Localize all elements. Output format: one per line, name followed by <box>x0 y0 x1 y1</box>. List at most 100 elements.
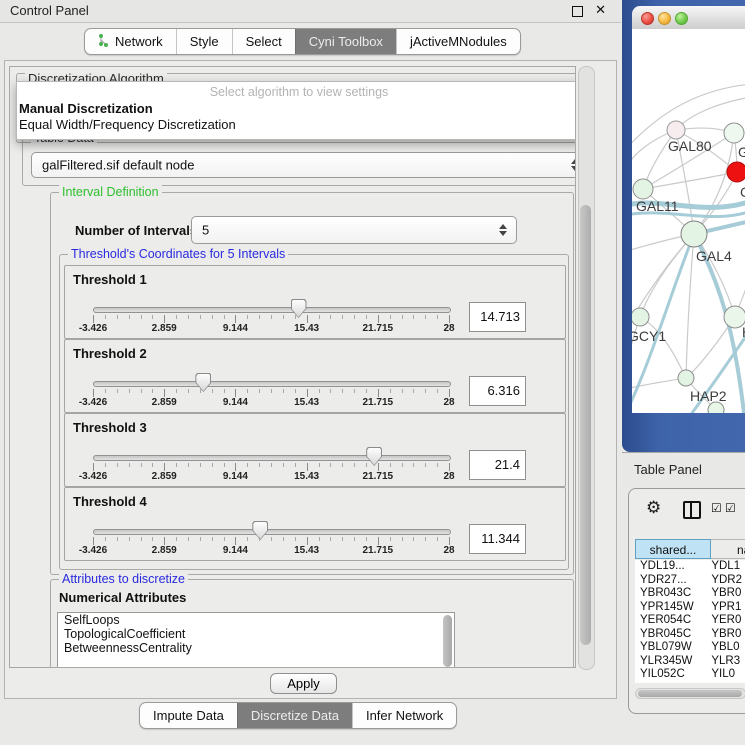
slider-thumb[interactable] <box>195 373 211 392</box>
minimize-traffic-light-icon[interactable] <box>658 12 671 25</box>
threshold-panel-4: Threshold 4-3.4262.8599.14415.4321.71528… <box>64 487 566 561</box>
cell-shared-name: YBR045C <box>635 628 710 642</box>
split-columns-icon[interactable] <box>683 501 701 519</box>
table-row[interactable]: YBR043CYBR0 <box>635 587 745 601</box>
table-row[interactable]: YDL19...YDL1 <box>635 560 745 574</box>
list-scrollbar[interactable] <box>443 615 452 667</box>
tick-mark <box>330 389 331 393</box>
column-header-shared[interactable]: shared... <box>635 539 711 559</box>
scale-label: 21.715 <box>355 323 401 334</box>
horizontal-scrollbar-thumb[interactable] <box>638 690 742 697</box>
threshold-value-field[interactable]: 14.713 <box>469 302 526 332</box>
tab-network[interactable]: Network <box>85 29 176 54</box>
network-node[interactable] <box>632 308 649 326</box>
table-row[interactable]: YDR27...YDR2 <box>635 574 745 588</box>
vertical-scrollbar-thumb[interactable] <box>580 205 591 645</box>
tick-mark <box>235 537 236 545</box>
tab-cyni-toolbox[interactable]: Cyni Toolbox <box>295 29 396 54</box>
spinner-stepper-icon[interactable] <box>499 224 507 236</box>
number-of-intervals-spinner[interactable]: 5 <box>191 216 517 244</box>
network-node[interactable] <box>633 179 653 199</box>
network-canvas[interactable]: GAL80G.CGAL11GAL4GCY1HHAP2 <box>632 29 745 413</box>
network-node[interactable] <box>727 162 745 182</box>
table-row[interactable]: YBL079WYBL0 <box>635 641 745 655</box>
horizontal-scrollbar[interactable] <box>635 688 745 699</box>
network-node[interactable] <box>667 121 685 139</box>
table-data-combobox[interactable]: galFiltered.sif default node <box>31 152 576 178</box>
tick-mark <box>152 463 153 467</box>
bottom-tab-bar: Impute DataDiscretize DataInfer Network <box>139 702 457 729</box>
close-icon[interactable]: ✕ <box>595 2 606 18</box>
attribute-item-topologicalcoefficient[interactable]: TopologicalCoefficient <box>58 627 454 641</box>
tab-jactivemnodules[interactable]: jActiveMNodules <box>396 29 520 54</box>
zoom-traffic-light-icon[interactable] <box>675 12 688 25</box>
checkbox-checked-icon[interactable]: ☑ <box>711 501 722 515</box>
algorithm-option-equal-width-frequency-discretization[interactable]: Equal Width/Frequency Discretization <box>17 116 576 132</box>
threshold-value-field[interactable]: 11.344 <box>469 524 526 554</box>
tab-label: jActiveMNodules <box>410 34 507 49</box>
table-row[interactable]: YER054CYER0 <box>635 614 745 628</box>
tick-mark <box>141 463 142 467</box>
scale-label: 21.715 <box>355 545 401 556</box>
slider-track[interactable] <box>93 307 451 313</box>
table-row[interactable]: YIL052CYIL0 <box>635 668 745 682</box>
threshold-value-field[interactable]: 21.4 <box>469 450 526 480</box>
scale-label: 28 <box>426 471 472 482</box>
table-row[interactable]: YBR045CYBR0 <box>635 628 745 642</box>
attribute-item-betweennesscentrality[interactable]: BetweennessCentrality <box>58 641 454 655</box>
slider-thumb[interactable] <box>252 521 268 540</box>
tick-mark <box>449 537 450 545</box>
network-node[interactable] <box>724 123 744 143</box>
network-node[interactable] <box>678 370 694 386</box>
threshold-label: Threshold 3 <box>73 420 147 435</box>
network-edge[interactable] <box>640 317 686 378</box>
tab-discretize-data[interactable]: Discretize Data <box>237 703 352 728</box>
scale-label: 9.144 <box>212 397 258 408</box>
numerical-attributes-list[interactable]: SelfLoopsTopologicalCoefficientBetweenne… <box>57 612 455 668</box>
tick-mark <box>390 389 391 393</box>
scroll-viewport: Discretization Algorithm Select algorith… <box>9 66 576 668</box>
tick-mark <box>295 389 296 393</box>
tick-mark <box>93 537 94 545</box>
cell-shared-name: YLR345W <box>635 655 710 669</box>
table-panel-header: Table Panel <box>622 452 745 487</box>
tick-mark <box>164 463 165 471</box>
cell-name: YBL0 <box>710 641 745 655</box>
algorithm-placeholder-item[interactable]: Select algorithm to view settings <box>17 82 576 100</box>
tick-mark <box>105 389 106 393</box>
tick-mark <box>425 463 426 467</box>
gear-icon[interactable]: ⚙ <box>646 498 661 518</box>
slider-track[interactable] <box>93 381 451 387</box>
tab-infer-network[interactable]: Infer Network <box>352 703 456 728</box>
scale-label: 15.43 <box>284 471 330 482</box>
tab-style[interactable]: Style <box>176 29 232 54</box>
slider-track[interactable] <box>93 529 451 535</box>
tab-impute-data[interactable]: Impute Data <box>140 703 237 728</box>
vertical-scrollbar[interactable] <box>578 66 595 670</box>
cell-shared-name: YDL19... <box>635 560 710 574</box>
slider-thumb[interactable] <box>366 447 382 466</box>
table-rows: YDL19...YDL1YDR27...YDR2YBR043CYBR0YPR14… <box>635 560 745 683</box>
tick-mark <box>212 537 213 541</box>
float-icon[interactable] <box>572 6 583 17</box>
attribute-item-selfloops[interactable]: SelfLoops <box>58 613 454 627</box>
close-traffic-light-icon[interactable] <box>641 12 654 25</box>
threshold-value-field[interactable]: 6.316 <box>469 376 526 406</box>
checkbox-checked-icon[interactable]: ☑ <box>725 501 736 515</box>
tick-mark <box>105 463 106 467</box>
algorithm-option-manual-discretization[interactable]: Manual Discretization <box>17 100 576 116</box>
apply-button[interactable]: Apply <box>270 673 337 694</box>
cell-name: YER0 <box>710 614 745 628</box>
table-row[interactable]: YLR345WYLR3 <box>635 655 745 669</box>
column-header-name[interactable]: na <box>711 539 745 559</box>
slider-track[interactable] <box>93 455 451 461</box>
tick-mark <box>247 463 248 467</box>
tick-mark <box>342 315 343 319</box>
combo-stepper-icon[interactable] <box>571 159 576 171</box>
network-node[interactable] <box>681 221 707 247</box>
tab-select[interactable]: Select <box>232 29 295 54</box>
table-row[interactable]: YPR145WYPR1 <box>635 601 745 615</box>
slider-thumb[interactable] <box>291 299 307 318</box>
tick-mark <box>449 315 450 323</box>
scale-label: 15.43 <box>284 323 330 334</box>
